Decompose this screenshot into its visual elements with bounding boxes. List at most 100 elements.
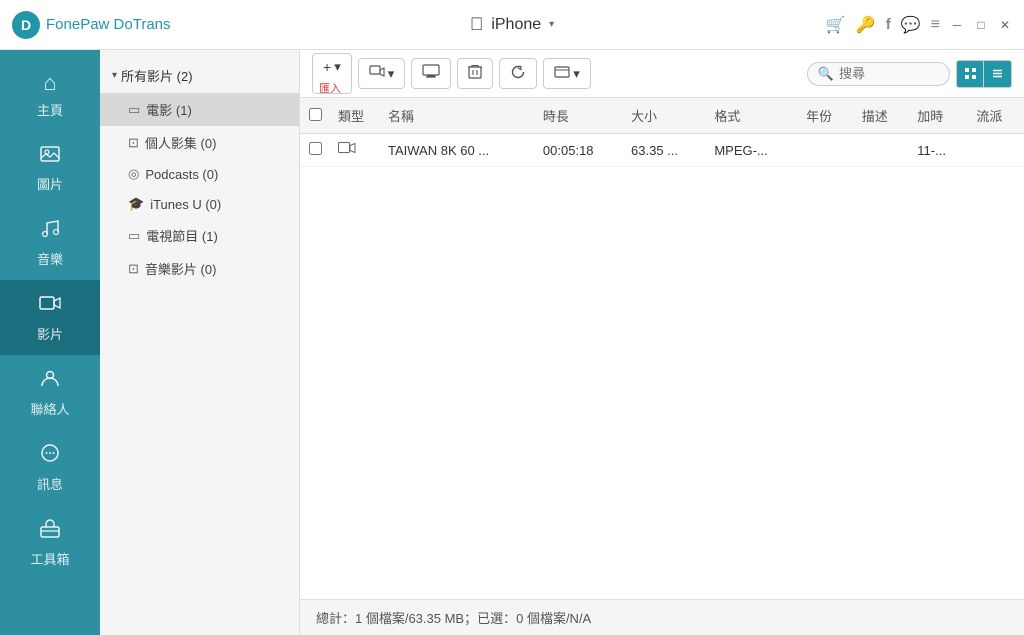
category-arrow-icon: ▾: [112, 70, 117, 81]
category-item-tvshows-label: 電視節目 (1): [146, 226, 218, 245]
row-added: 11-...: [909, 134, 968, 167]
sidebar-item-music[interactable]: 音樂: [0, 205, 100, 280]
add-dropdown-arrow: ▾: [334, 59, 341, 75]
key-icon[interactable]: 🔑: [856, 15, 876, 35]
search-input[interactable]: [839, 66, 939, 81]
minimize-button[interactable]: ─: [950, 18, 964, 32]
row-checkbox-cell[interactable]: [300, 134, 330, 167]
tvshows-icon: ▭: [128, 228, 140, 244]
category-item-podcasts[interactable]: ◎ Podcasts (0): [100, 159, 299, 189]
toolbox-icon: [39, 517, 61, 545]
apple-icon: : [470, 14, 484, 35]
list-view-button[interactable]: [984, 60, 1012, 88]
col-description: 描述: [854, 98, 910, 134]
category-item-musicvideos-label: 音樂影片 (0): [145, 259, 217, 278]
row-type: [330, 134, 380, 167]
app-logo: D FonePaw DoTrans: [12, 11, 171, 39]
col-duration: 時長: [535, 98, 623, 134]
cart-icon[interactable]: 🛒: [826, 15, 846, 35]
search-box[interactable]: 🔍: [807, 62, 950, 86]
row-size: 63.35 ...: [623, 134, 706, 167]
sidebar-item-home-label: 主頁: [37, 100, 63, 119]
category-item-musicvideos[interactable]: ⊡ 音樂影片 (0): [100, 252, 299, 285]
category-item-itunesu-label: iTunes U (0): [150, 197, 221, 212]
chat-icon[interactable]: 💬: [901, 15, 921, 35]
musicvideos-icon: ⊡: [128, 261, 139, 277]
refresh-button[interactable]: [499, 58, 537, 89]
logo-icon: D: [12, 11, 40, 39]
col-type: 類型: [330, 98, 380, 134]
category-header-label: 所有影片 (2): [121, 66, 193, 85]
close-button[interactable]: ✕: [998, 18, 1012, 32]
main-area: ⌂ 主頁 圖片 音樂: [0, 50, 1024, 635]
sidebar-item-home[interactable]: ⌂ 主頁: [0, 58, 100, 131]
home-icon: ⌂: [43, 70, 56, 96]
row-genre: [968, 134, 1024, 167]
select-all-checkbox[interactable]: [309, 108, 322, 121]
messages-icon: [39, 442, 61, 470]
contacts-icon: [39, 367, 61, 395]
sidebar-item-messages-label: 訊息: [37, 474, 63, 493]
maximize-button[interactable]: □: [974, 18, 988, 32]
col-format: 格式: [706, 98, 798, 134]
tools-dropdown-arrow: ▾: [573, 66, 580, 82]
tools-icon: [554, 64, 570, 83]
itunesu-icon: 🎓: [128, 196, 144, 212]
add-icon: +: [323, 59, 331, 75]
podcasts-icon: ◎: [128, 166, 139, 182]
sidebar-item-music-label: 音樂: [37, 249, 63, 268]
movies-icon: ▭: [128, 102, 140, 118]
add-button[interactable]: + ▾ 匯入: [312, 53, 352, 94]
view-toggle: [956, 60, 1012, 88]
category-item-movies-label: 電影 (1): [146, 100, 192, 119]
photos-icon: [39, 143, 61, 170]
category-item-tvshows[interactable]: ▭ 電視節目 (1): [100, 219, 299, 252]
computer-export-button[interactable]: [411, 58, 451, 89]
table-row[interactable]: TAIWAN 8K 60 ... 00:05:18 63.35 ... MPEG…: [300, 134, 1024, 167]
facebook-icon[interactable]: f: [886, 16, 891, 33]
category-item-movies[interactable]: ▭ 電影 (1): [100, 93, 299, 126]
export-dropdown-arrow: ▾: [388, 66, 395, 82]
row-checkbox[interactable]: [309, 142, 322, 155]
col-name: 名稱: [380, 98, 535, 134]
personal-icon: ⊡: [128, 135, 139, 151]
app-name: FonePaw DoTrans: [46, 16, 171, 33]
sidebar-item-toolbox[interactable]: 工具箱: [0, 505, 100, 580]
delete-button[interactable]: [457, 58, 493, 89]
col-added: 加時: [909, 98, 968, 134]
category-item-personal-label: 個人影集 (0): [145, 133, 217, 152]
tools-button[interactable]: ▾: [543, 58, 591, 89]
sidebar-item-messages[interactable]: 訊息: [0, 430, 100, 505]
export-button[interactable]: ▾: [358, 58, 406, 89]
col-size: 大小: [623, 98, 706, 134]
row-year: [798, 134, 854, 167]
import-label: 匯入: [319, 80, 341, 96]
titlebar-center:  iPhone ▾: [470, 14, 554, 35]
delete-icon: [468, 64, 482, 83]
row-format: MPEG-...: [706, 134, 798, 167]
status-text: 總計：1 個檔案/63.35 MB；已選：0 個檔案/N/A: [316, 608, 591, 627]
sidebar-item-contacts[interactable]: 聯絡人: [0, 355, 100, 430]
col-year: 年份: [798, 98, 854, 134]
export-icon: [369, 64, 385, 83]
device-dropdown-arrow[interactable]: ▾: [549, 19, 554, 30]
content-area: + ▾ 匯入 ▾: [300, 50, 1024, 635]
sidebar-item-videos-label: 影片: [37, 324, 63, 343]
row-duration: 00:05:18: [535, 134, 623, 167]
table-header-row: 類型 名稱 時長 大小 格式 年份 描述 加時 流派: [300, 98, 1024, 134]
grid-view-button[interactable]: [956, 60, 984, 88]
menu-icon[interactable]: ≡: [931, 16, 940, 34]
refresh-icon: [510, 64, 526, 83]
sidebar: ⌂ 主頁 圖片 音樂: [0, 50, 100, 635]
music-icon: [39, 217, 61, 245]
sidebar-item-photos[interactable]: 圖片: [0, 131, 100, 205]
sidebar-item-videos[interactable]: 影片: [0, 280, 100, 355]
category-item-personal[interactable]: ⊡ 個人影集 (0): [100, 126, 299, 159]
video-type-icon: [338, 143, 356, 158]
device-name: iPhone: [491, 16, 541, 34]
videos-icon: [39, 292, 61, 320]
category-item-itunesu[interactable]: 🎓 iTunes U (0): [100, 189, 299, 219]
category-header: ▾ 所有影片 (2): [100, 58, 299, 93]
category-item-podcasts-label: Podcasts (0): [145, 167, 218, 182]
titlebar: D FonePaw DoTrans  iPhone ▾ 🛒 🔑 f 💬 ≡ ─…: [0, 0, 1024, 50]
